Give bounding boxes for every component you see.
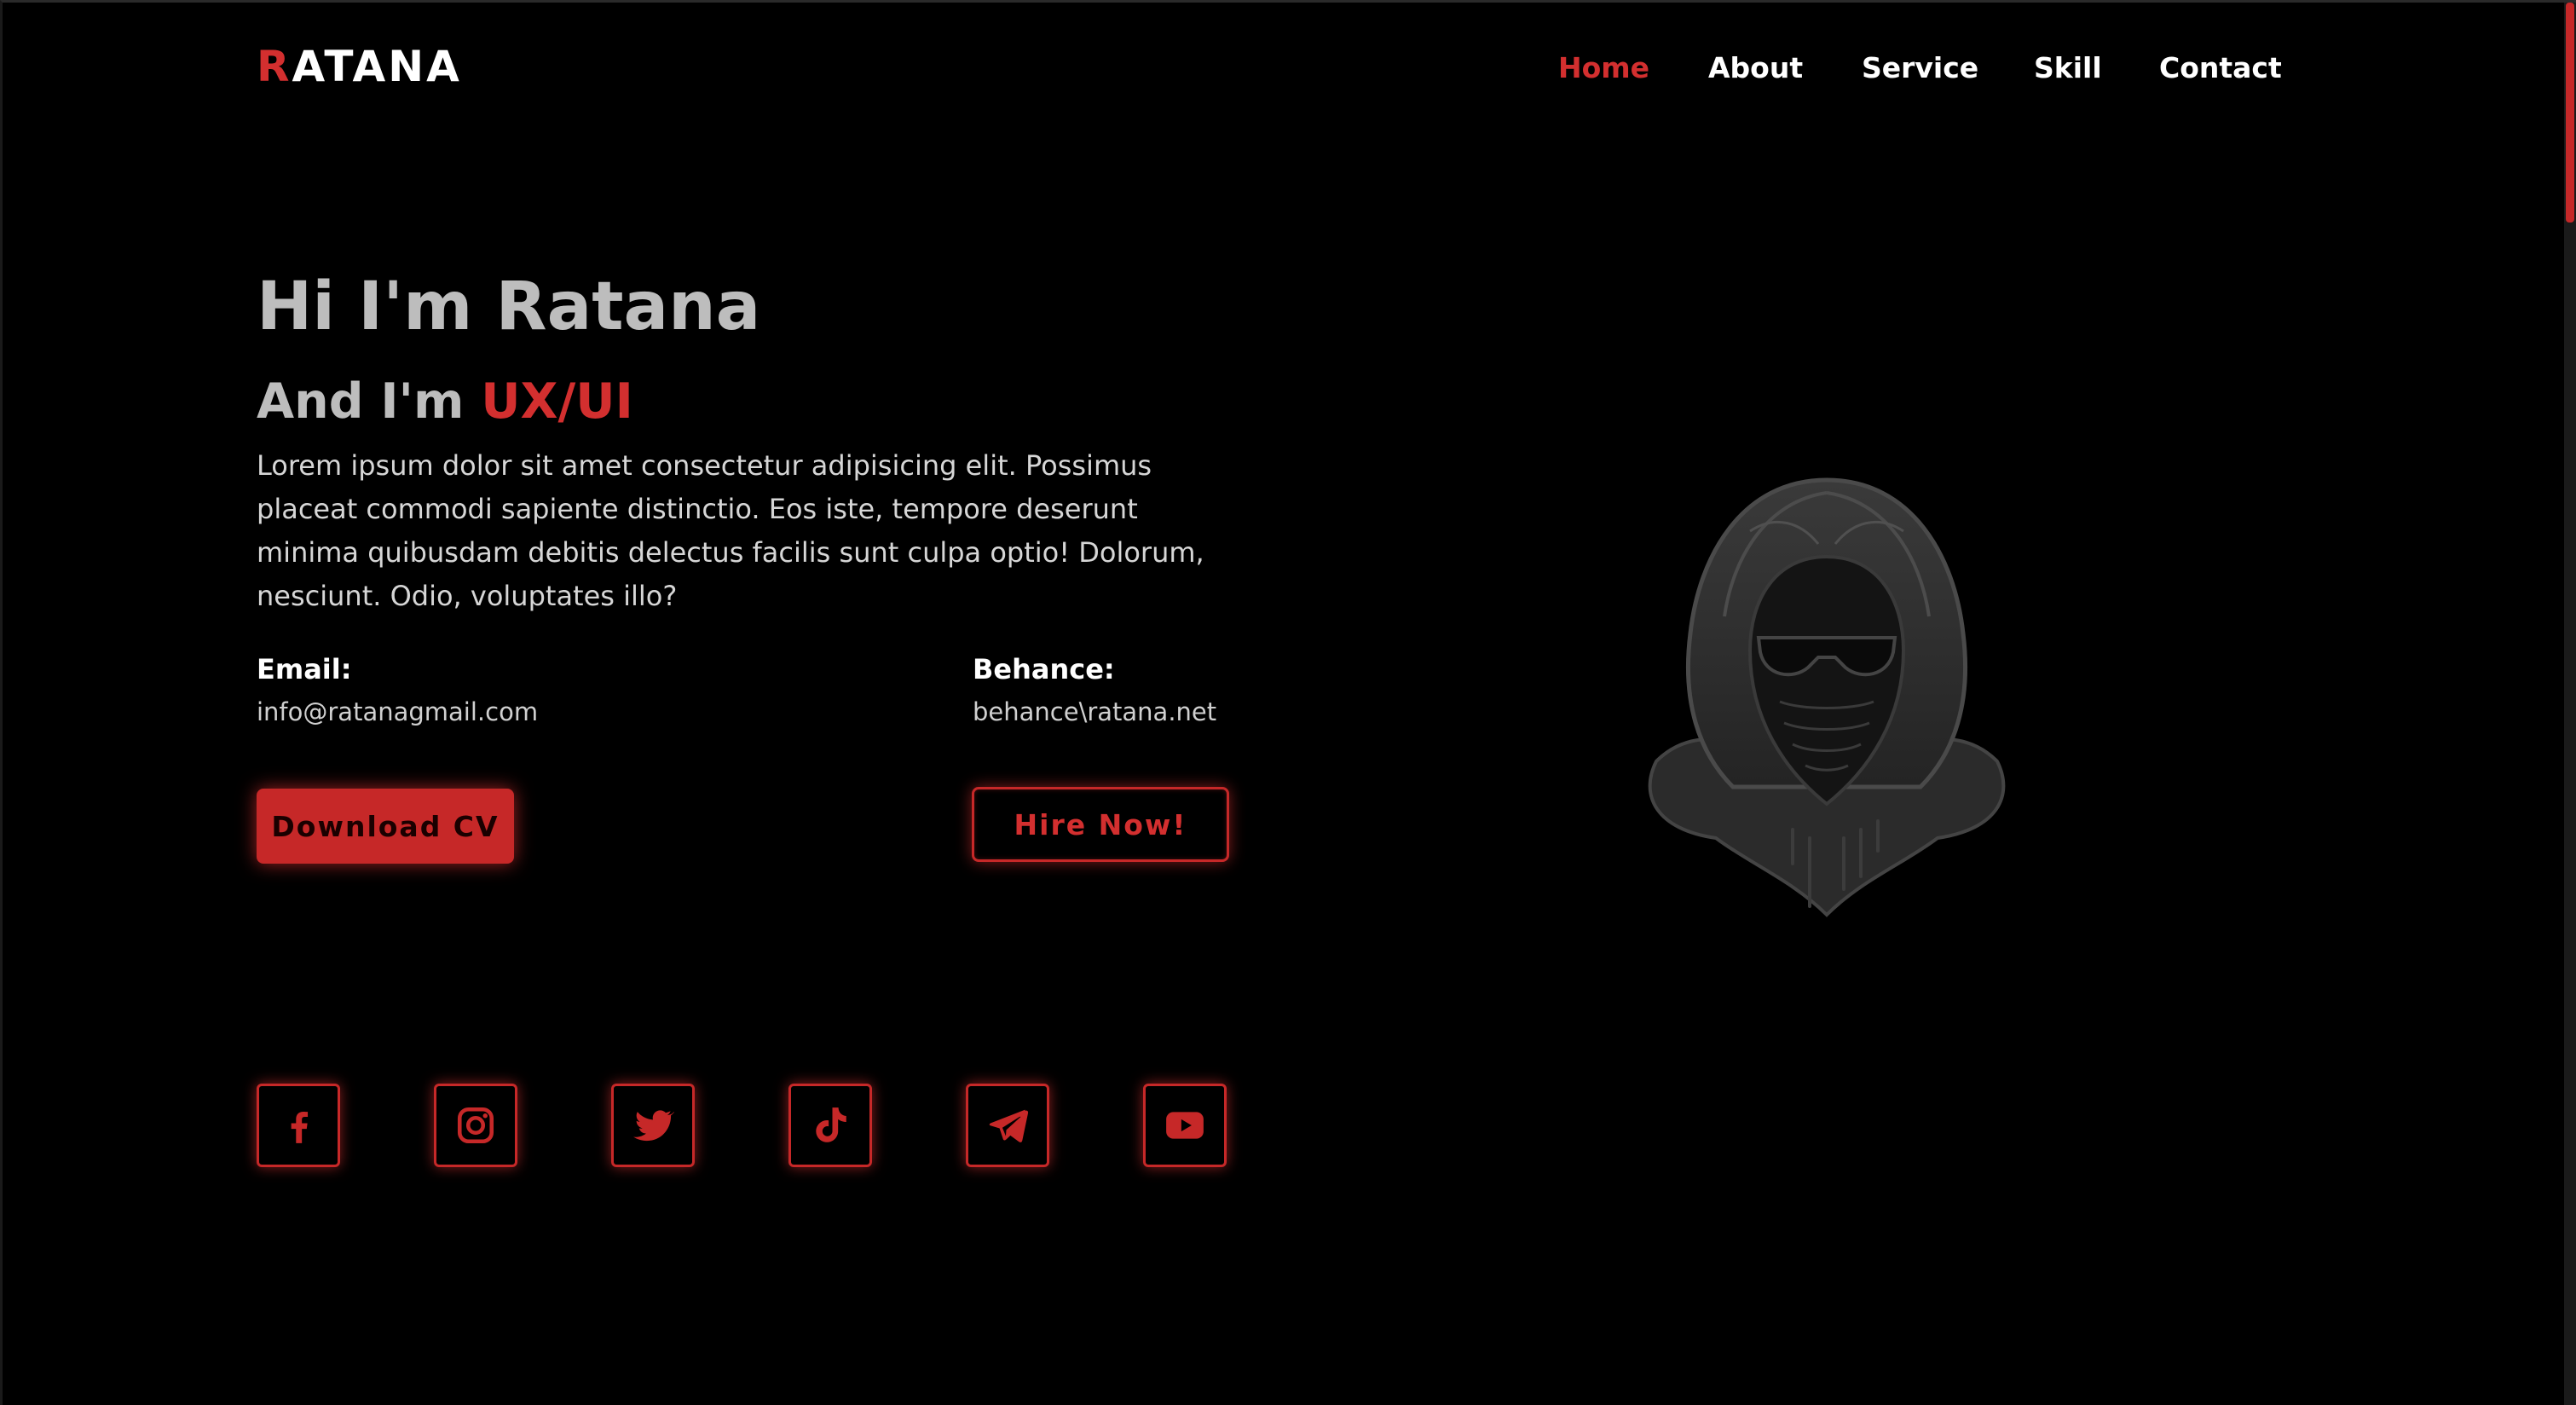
hero-subtitle: And I'm UX/UI bbox=[257, 378, 633, 426]
nav-item-about[interactable]: About bbox=[1708, 54, 1803, 82]
hooded-figure-illustration bbox=[1648, 477, 2006, 917]
telegram-icon bbox=[989, 1109, 1029, 1142]
scrollbar-thumb[interactable] bbox=[2566, 3, 2574, 223]
logo[interactable]: RATANA bbox=[257, 45, 462, 88]
download-cv-button[interactable]: Download CV bbox=[257, 789, 514, 864]
twitter-link[interactable] bbox=[611, 1084, 695, 1167]
logo-text: ATANA bbox=[292, 42, 462, 91]
nav-item-skill[interactable]: Skill bbox=[2034, 54, 2102, 82]
hire-now-button[interactable]: Hire Now! bbox=[972, 787, 1229, 862]
hero-title: Hi I'm Ratana bbox=[257, 269, 761, 345]
hero-description: Lorem ipsum dolor sit amet consectetur a… bbox=[257, 449, 1204, 612]
youtube-icon bbox=[1166, 1112, 1204, 1139]
nav-item-contact[interactable]: Contact bbox=[2159, 54, 2282, 82]
twitter-icon bbox=[633, 1110, 674, 1142]
facebook-link[interactable] bbox=[257, 1084, 340, 1167]
tiktok-icon bbox=[816, 1107, 846, 1142]
email-label: Email: bbox=[257, 653, 352, 685]
logo-accent-letter: R bbox=[257, 42, 292, 91]
youtube-link[interactable] bbox=[1143, 1084, 1227, 1167]
email-value: info@ratanagmail.com bbox=[257, 697, 539, 726]
hero-subtitle-prefix: And I'm bbox=[257, 373, 482, 430]
behance-value: behance\ratana.net bbox=[973, 697, 1217, 726]
nav-item-home[interactable]: Home bbox=[1558, 54, 1649, 82]
nav-item-service[interactable]: Service bbox=[1862, 54, 1978, 82]
telegram-link[interactable] bbox=[966, 1084, 1049, 1167]
hero-role: UX/UI bbox=[481, 373, 633, 430]
instagram-link[interactable] bbox=[434, 1084, 517, 1167]
tiktok-link[interactable] bbox=[788, 1084, 872, 1167]
behance-label: Behance: bbox=[973, 653, 1115, 685]
page-scrollbar[interactable] bbox=[2564, 3, 2576, 1405]
instagram-icon bbox=[457, 1107, 494, 1144]
facebook-icon bbox=[291, 1111, 309, 1143]
page: RATANA Home About Service Skill Contact … bbox=[0, 0, 2576, 1405]
